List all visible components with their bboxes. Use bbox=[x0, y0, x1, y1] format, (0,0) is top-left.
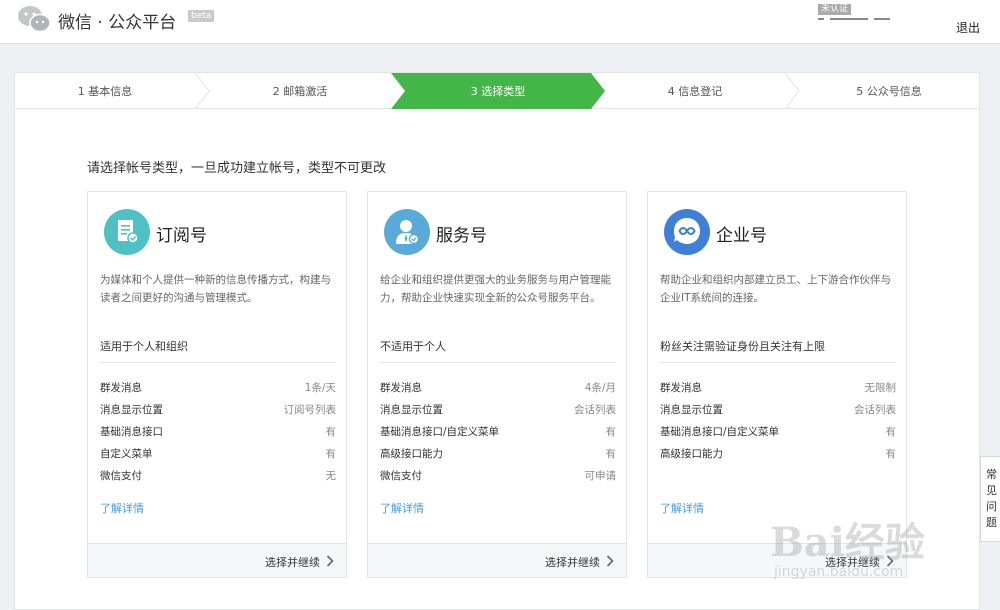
feature-row: 高级接口能力 有 bbox=[380, 445, 616, 463]
feature-key: 高级接口能力 bbox=[660, 448, 723, 460]
feature-value: 无 bbox=[325, 470, 337, 482]
card-description: 帮助企业和组织内部建立员工、上下游合作伙伴与企业IT系统间的连接。 bbox=[660, 274, 891, 304]
feature-value: 可申请 bbox=[584, 470, 617, 482]
watermark-logo-text: Bai经验 bbox=[770, 519, 925, 566]
account-name-blurred bbox=[818, 18, 898, 22]
feature-key: 群发消息 bbox=[380, 382, 422, 394]
card-description: 为媒体和个人提供一种新的信息传播方式，构建与读者之间更好的沟通与管理模式。 bbox=[100, 274, 331, 304]
wechat-logo-icon bbox=[18, 6, 51, 33]
card-target: 不适用于个人 bbox=[380, 340, 446, 353]
card-description: 给企业和组织提供更强大的业务服务与用户管理能力，帮助企业快速实现全新的公众号服务… bbox=[380, 274, 611, 304]
feature-row: 基础消息接口 有 bbox=[100, 423, 336, 441]
beta-badge: beta bbox=[188, 10, 215, 22]
feature-row: 自定义菜单 有 bbox=[100, 445, 336, 463]
feature-key: 自定义菜单 bbox=[100, 448, 153, 460]
feature-row: 微信支付 无 bbox=[100, 467, 336, 485]
brand-title: 微信 · 公众平台 bbox=[58, 13, 177, 33]
feature-value: 有 bbox=[605, 426, 617, 438]
step-email-activation: 2 邮箱激活 bbox=[272, 85, 328, 98]
card-title: 企业号 bbox=[716, 226, 767, 246]
card-title: 订阅号 bbox=[156, 226, 207, 246]
learn-more-link[interactable]: 了解详情 bbox=[660, 500, 704, 516]
feature-row: 消息显示位置 会话列表 bbox=[660, 401, 896, 419]
chevron-right-icon bbox=[326, 555, 334, 567]
learn-more-link[interactable]: 了解详情 bbox=[100, 500, 144, 516]
feature-key: 基础消息接口/自定义菜单 bbox=[660, 426, 780, 438]
feature-row: 基础消息接口/自定义菜单 有 bbox=[660, 423, 896, 441]
card-service: 服务号 给企业和组织提供更强大的业务服务与用户管理能力，帮助企业快速实现全新的公… bbox=[367, 191, 627, 578]
subscription-icon bbox=[104, 209, 150, 255]
feature-key: 高级接口能力 bbox=[380, 448, 443, 460]
step-basic-info: 1 基本信息 bbox=[77, 85, 133, 98]
card-subscription: 订阅号 为媒体和个人提供一种新的信息传播方式，构建与读者之间更好的沟通与管理模式… bbox=[87, 191, 347, 578]
feature-row: 高级接口能力 有 bbox=[660, 445, 896, 463]
feature-row: 群发消息 无限制 bbox=[660, 379, 896, 397]
feature-value: 4条/月 bbox=[584, 382, 616, 394]
enterprise-icon bbox=[664, 209, 710, 255]
feature-key: 微信支付 bbox=[380, 470, 422, 482]
feature-value: 订阅号列表 bbox=[283, 404, 337, 416]
chevron-right-icon bbox=[606, 555, 614, 567]
top-header: 微信 · 公众平台 beta 未认证 退出 bbox=[0, 0, 1000, 44]
feature-row: 消息显示位置 订阅号列表 bbox=[100, 401, 336, 419]
feature-row: 群发消息 4条/月 bbox=[380, 379, 616, 397]
select-continue-label: 选择并继续 bbox=[545, 556, 600, 569]
feature-key: 消息显示位置 bbox=[660, 404, 723, 416]
select-continue-button[interactable]: 选择并继续 bbox=[88, 543, 346, 577]
watermark-url: jingyan.baidu.com bbox=[774, 564, 904, 580]
divider bbox=[660, 362, 896, 363]
divider bbox=[380, 362, 616, 363]
feature-value: 有 bbox=[325, 426, 337, 438]
step-account-info: 5 公众号信息 bbox=[856, 85, 922, 98]
verify-badge: 未认证 bbox=[818, 4, 852, 15]
progress-steps: 1 基本信息 2 邮箱激活 3 选择类型 4 信息登记 5 公众号信息 bbox=[15, 73, 979, 109]
service-icon bbox=[384, 209, 430, 255]
logout-link[interactable]: 退出 bbox=[956, 19, 980, 36]
select-continue-label: 选择并继续 bbox=[265, 556, 320, 569]
feature-value: 有 bbox=[325, 448, 337, 460]
feature-key: 群发消息 bbox=[100, 382, 142, 394]
card-target: 适用于个人和组织 bbox=[100, 340, 188, 353]
feature-key: 消息显示位置 bbox=[100, 404, 163, 416]
select-continue-button[interactable]: 选择并继续 bbox=[368, 543, 626, 577]
feature-row: 消息显示位置 会话列表 bbox=[380, 401, 616, 419]
learn-more-link[interactable]: 了解详情 bbox=[380, 500, 424, 516]
feature-row: 微信支付 可申请 bbox=[380, 467, 616, 485]
divider bbox=[100, 362, 336, 363]
feature-value: 无限制 bbox=[864, 382, 897, 394]
feature-value: 会话列表 bbox=[854, 404, 896, 416]
step-select-type: 3 选择类型 bbox=[470, 85, 526, 98]
feature-key: 基础消息接口 bbox=[100, 426, 163, 438]
feature-value: 会话列表 bbox=[574, 404, 616, 416]
feature-row: 群发消息 1条/天 bbox=[100, 379, 336, 397]
feature-key: 基础消息接口/自定义菜单 bbox=[380, 426, 500, 438]
card-title: 服务号 bbox=[436, 226, 487, 246]
card-target: 粉丝关注需验证身份且关注有上限 bbox=[660, 340, 825, 353]
feature-key: 群发消息 bbox=[660, 382, 702, 394]
faq-side-tab[interactable]: 常见问题 bbox=[980, 456, 1000, 542]
feature-key: 微信支付 bbox=[100, 470, 142, 482]
feature-value: 有 bbox=[885, 426, 897, 438]
feature-value: 有 bbox=[605, 448, 617, 460]
feature-value: 有 bbox=[885, 448, 897, 460]
intro-text: 请选择帐号类型，一旦成功建立帐号，类型不可更改 bbox=[87, 161, 387, 176]
feature-value: 1条/天 bbox=[304, 382, 336, 394]
step-info-registration: 4 信息登记 bbox=[667, 85, 723, 98]
feature-key: 消息显示位置 bbox=[380, 404, 443, 416]
feature-row: 基础消息接口/自定义菜单 有 bbox=[380, 423, 616, 441]
baidu-watermark: Bai经验 jingyan.baidu.com bbox=[770, 504, 954, 590]
